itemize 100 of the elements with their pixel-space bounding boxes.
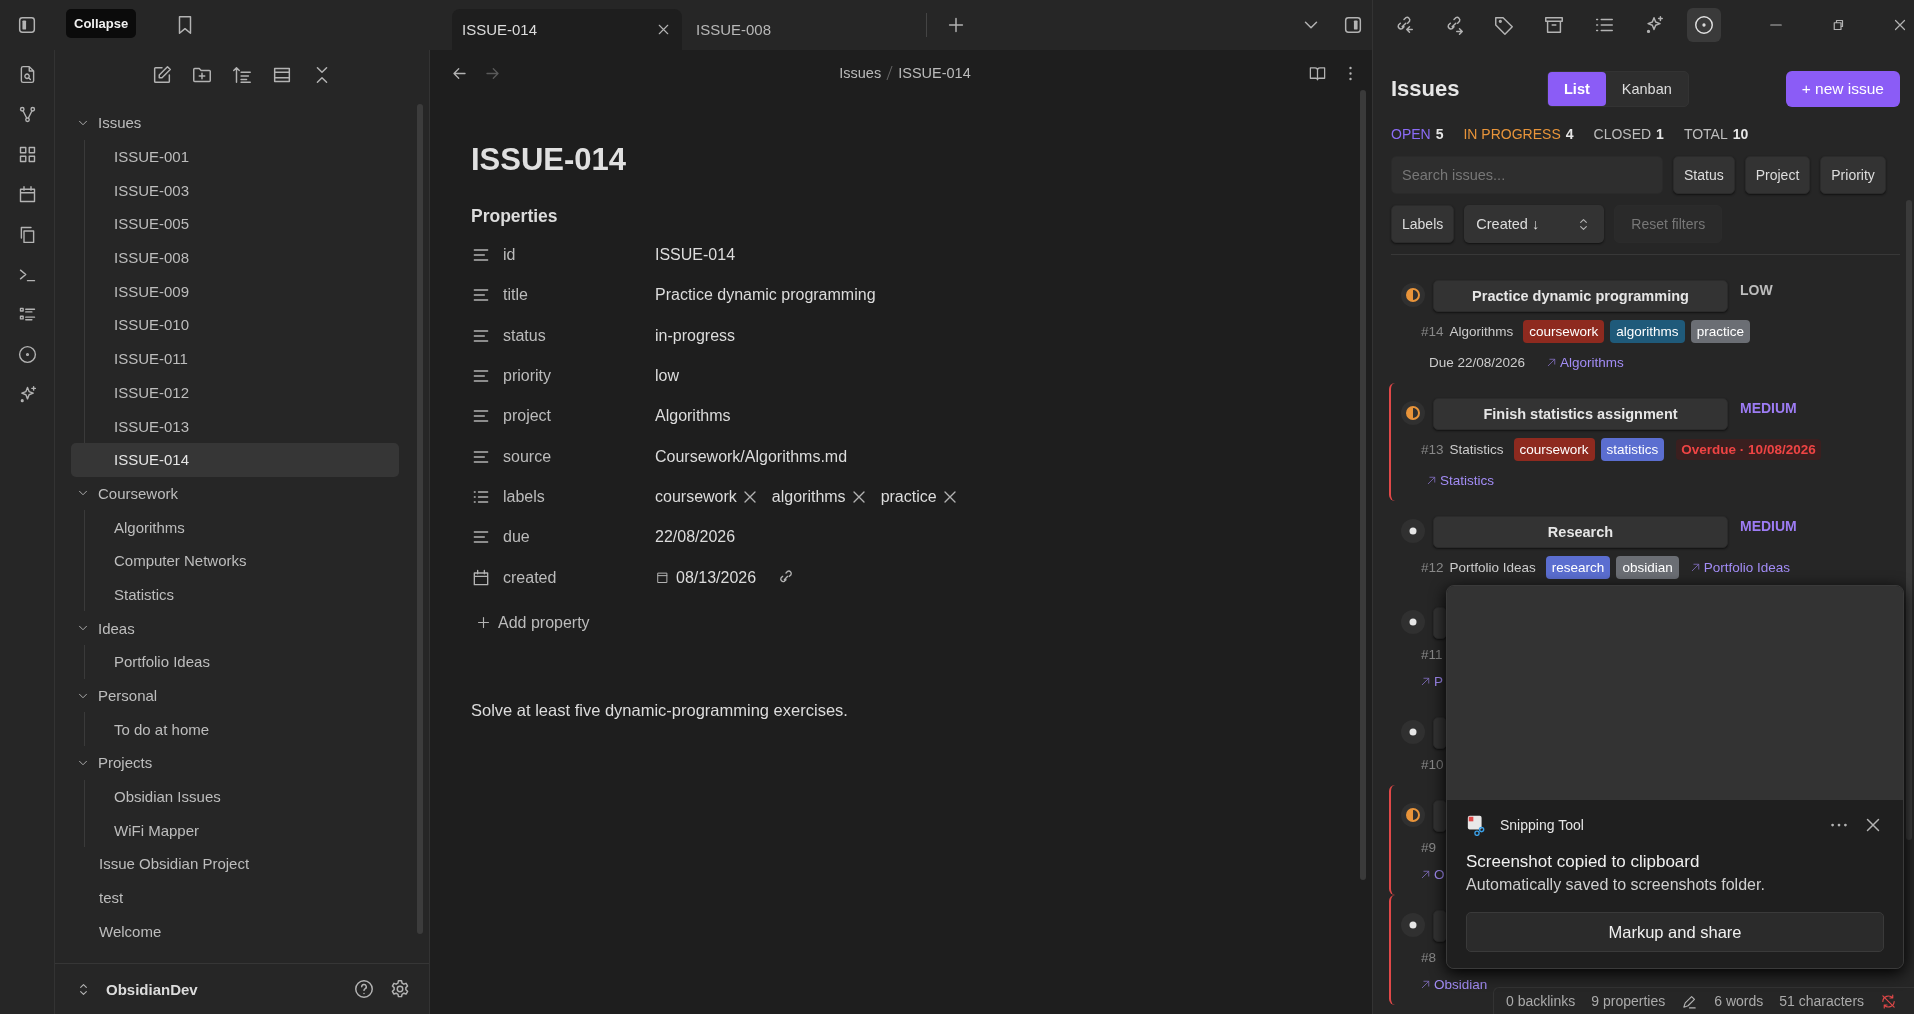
view-toggle[interactable]: List: [1548, 72, 1606, 106]
filter-button[interactable]: Labels: [1391, 205, 1455, 243]
calendar-icon[interactable]: [655, 570, 670, 585]
file-item[interactable]: test: [70, 880, 399, 915]
property-name[interactable]: project: [503, 407, 655, 426]
folder-item[interactable]: Projects: [70, 746, 399, 780]
label-tag[interactable]: statistics: [1600, 438, 1665, 461]
file-item[interactable]: ISSUE-005: [71, 207, 399, 241]
sort-select[interactable]: Created ↓: [1464, 205, 1605, 243]
file-item[interactable]: ISSUE-010: [71, 308, 399, 342]
add-property-button[interactable]: Add property: [475, 613, 590, 632]
folder-item[interactable]: Personal: [70, 678, 399, 713]
property-name[interactable]: created: [503, 568, 655, 587]
half-circle-icon[interactable]: [1401, 401, 1425, 425]
breadcrumb[interactable]: ISSUE-014: [898, 65, 971, 81]
label-tag[interactable]: practice: [1690, 320, 1750, 343]
folder-item[interactable]: Coursework: [70, 476, 399, 511]
issue-title-button[interactable]: Finish statistics assignment: [1433, 398, 1728, 430]
file-item[interactable]: ISSUE-011: [71, 341, 399, 376]
help-icon[interactable]: [353, 978, 375, 1000]
dot-icon[interactable]: [1401, 610, 1425, 634]
property-value[interactable]: Algorithms: [655, 407, 731, 426]
property-name[interactable]: priority: [503, 367, 655, 386]
file-item[interactable]: Statistics: [71, 577, 399, 612]
new-issue-button[interactable]: + new issue: [1785, 71, 1900, 107]
file-item[interactable]: ISSUE-001: [71, 139, 399, 174]
property-name[interactable]: labels: [503, 487, 655, 506]
project-link[interactable]: Algorithms: [1560, 355, 1624, 370]
project-link[interactable]: Portfolio Ideas: [1703, 560, 1790, 575]
sort-icon[interactable]: [231, 64, 253, 86]
issue-card[interactable]: Research MEDIUM #12 Portfolio Ideas research obsidian Portfolio Ideas: [1389, 501, 1900, 592]
view-toggle[interactable]: Kanban: [1605, 72, 1688, 106]
sidebar-toggle-icon[interactable]: [1342, 14, 1364, 36]
file-item[interactable]: ISSUE-009: [71, 274, 399, 309]
issue-card[interactable]: #11 P: [1389, 592, 1900, 702]
issue-title-button[interactable]: Practice dynamic programming: [1433, 280, 1728, 312]
markup-button[interactable]: Markup and share: [1466, 912, 1884, 952]
label-value[interactable]: algorithms: [771, 487, 846, 506]
vault-name[interactable]: ObsidianDev: [106, 980, 198, 998]
file-item[interactable]: Portfolio Ideas: [71, 645, 399, 679]
file-item[interactable]: Algorithms: [71, 510, 399, 544]
label-tag[interactable]: obsidian: [1616, 556, 1679, 579]
property-value[interactable]: 22/08/2026: [655, 528, 736, 547]
label-value[interactable]: coursework: [655, 487, 737, 506]
status-text[interactable]: 9 properties: [1591, 993, 1666, 1009]
file-item[interactable]: Welcome: [70, 914, 399, 949]
status-text[interactable]: 0 backlinks: [1506, 993, 1576, 1009]
project-link[interactable]: Obsidian: [1434, 977, 1488, 992]
issue-card[interactable]: #10: [1389, 702, 1900, 785]
status-text[interactable]: 51 characters: [1779, 993, 1865, 1009]
label-tag[interactable]: coursework: [1523, 320, 1605, 343]
property-value[interactable]: Coursework/Algorithms.md: [655, 447, 848, 466]
label-value[interactable]: practice: [880, 487, 937, 506]
issue-card[interactable]: Practice dynamic programming LOW #14 Algorithms coursework algorithms practice Due 22/08/2026 Algorithms: [1389, 265, 1900, 383]
file-item[interactable]: ISSUE-013: [71, 409, 399, 443]
dot-icon[interactable]: [1401, 519, 1425, 543]
file-item[interactable]: WiFi Mapper: [71, 813, 399, 848]
label-tag[interactable]: coursework: [1513, 438, 1595, 461]
file-item[interactable]: ISSUE-014: [71, 442, 399, 477]
property-name[interactable]: id: [503, 246, 655, 265]
issue-title-button[interactable]: Research: [1433, 516, 1728, 548]
file-item[interactable]: ISSUE-008: [71, 240, 399, 275]
tab[interactable]: ISSUE-008: [686, 9, 916, 50]
folder-item[interactable]: Ideas: [70, 611, 399, 645]
filter-button[interactable]: Status: [1673, 156, 1735, 194]
property-name[interactable]: title: [503, 286, 655, 305]
file-item[interactable]: Computer Networks: [71, 543, 399, 578]
date-field[interactable]: 08/13/2026: [676, 568, 757, 587]
calendar-icon[interactable]: [471, 567, 491, 588]
file-item[interactable]: ISSUE-012: [71, 375, 399, 410]
tab[interactable]: ISSUE-014: [452, 9, 682, 50]
half-circle-icon[interactable]: [1401, 283, 1425, 307]
property-value[interactable]: Practice dynamic programming: [655, 286, 876, 305]
file-item[interactable]: To do at home: [71, 712, 399, 747]
search-field[interactable]: Search issues...: [1391, 156, 1663, 194]
property-value[interactable]: low: [655, 367, 679, 386]
file-item[interactable]: Obsidian Issues: [71, 779, 399, 814]
sidebar-toggle-icon[interactable]: [16, 14, 38, 36]
sync-icon[interactable]: [1880, 992, 1898, 1010]
project-link[interactable]: P: [1434, 674, 1443, 689]
property-value[interactable]: ISSUE-014: [655, 246, 736, 265]
property-value[interactable]: in-progress: [655, 326, 736, 345]
settings-icon[interactable]: [389, 978, 411, 1000]
file-item[interactable]: ISSUE-003: [71, 173, 399, 208]
status-text[interactable]: 6 words: [1714, 993, 1764, 1009]
property-name[interactable]: source: [503, 447, 655, 466]
property-name[interactable]: due: [503, 528, 655, 547]
label-tag[interactable]: research: [1545, 556, 1611, 579]
new-note-icon[interactable]: [151, 64, 173, 86]
folder-item[interactable]: Issues: [70, 106, 399, 140]
properties-heading[interactable]: Properties: [471, 206, 1372, 227]
label-tag[interactable]: algorithms: [1610, 320, 1685, 343]
filter-button[interactable]: Priority: [1820, 156, 1886, 194]
breadcrumb[interactable]: Issues: [839, 65, 882, 81]
property-name[interactable]: status: [503, 326, 655, 345]
half-circle-icon[interactable]: [1401, 803, 1425, 827]
overdue-issue-card[interactable]: Finish statistics assignment MEDIUM #13 Statistics coursework statistics Overdue · 10/08/2026 Statistics: [1389, 383, 1900, 501]
project-link[interactable]: Statistics: [1440, 473, 1494, 488]
dot-icon[interactable]: [1401, 720, 1425, 744]
project-link[interactable]: O: [1434, 867, 1445, 882]
